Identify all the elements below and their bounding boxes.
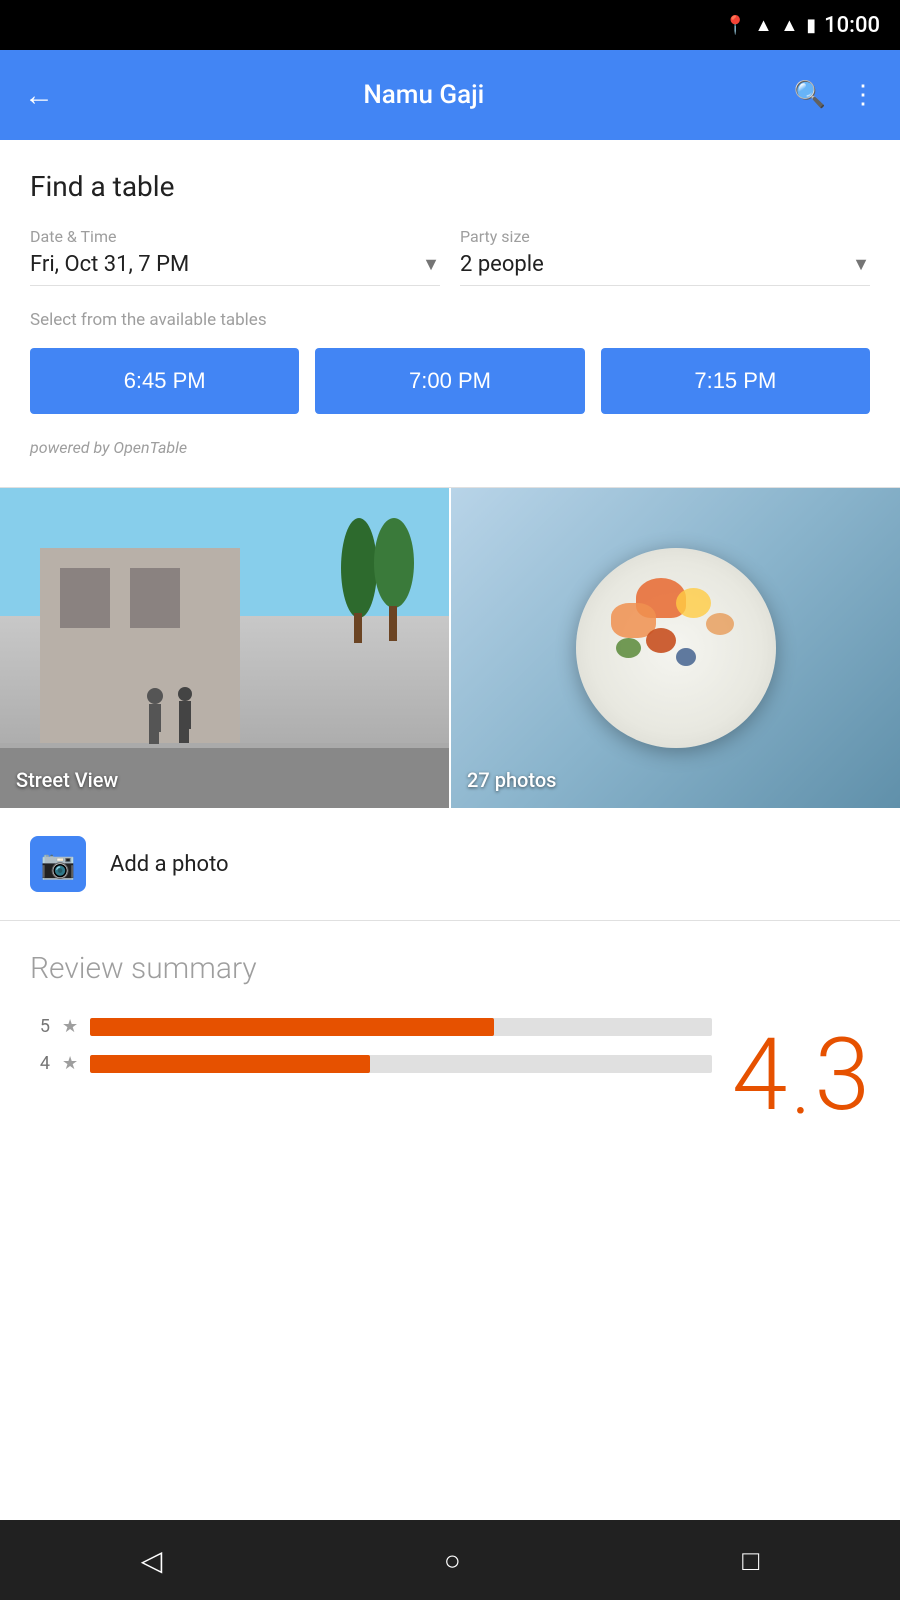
star-icon-5: ★	[62, 1016, 78, 1037]
people-silhouettes	[140, 686, 220, 746]
review-section: Review summary 5 ★ 4 ★	[0, 921, 900, 1146]
food-photo-tile[interactable]: 27 photos	[451, 488, 900, 808]
nav-recent-button[interactable]: □	[742, 1544, 759, 1577]
more-button[interactable]: ⋮	[850, 80, 876, 110]
food-item-7	[706, 613, 734, 635]
party-value-text: 2 people	[460, 252, 544, 277]
photos-count-label: 27 photos	[467, 768, 556, 792]
food-item-4	[646, 628, 676, 653]
status-time: 10:00	[824, 13, 880, 38]
photos-section: Street View 27 photo	[0, 488, 900, 808]
add-photo-section[interactable]: 📷 Add a photo	[0, 808, 900, 921]
party-label: Party size	[460, 227, 870, 246]
plate-shape	[576, 548, 776, 748]
star-icon-4: ★	[62, 1053, 78, 1074]
food-item-5	[616, 638, 641, 658]
street-view-tile[interactable]: Street View	[0, 488, 451, 808]
big-rating-display: 4 . 3	[732, 1016, 870, 1126]
rating-content: 5 ★ 4 ★ 4 . 3	[30, 1016, 870, 1126]
app-bar-title: Namu Gaji	[74, 80, 774, 110]
nav-home-button[interactable]: ○	[444, 1544, 461, 1577]
status-bar: 📍 ▲ ▲ ▮ 10:00	[0, 0, 900, 50]
date-value-text: Fri, Oct 31, 7 PM	[30, 252, 189, 277]
food-item-3	[676, 588, 711, 618]
selectors-row: Date & Time Fri, Oct 31, 7 PM ▼ Party si…	[30, 227, 870, 286]
food-item-6	[676, 648, 696, 666]
review-summary-title: Review summary	[30, 951, 870, 986]
party-value-row[interactable]: 2 people ▼	[460, 252, 870, 286]
time-slot-715[interactable]: 7:15 PM	[601, 348, 870, 414]
date-dropdown-arrow: ▼	[422, 254, 440, 275]
battery-icon: ▮	[806, 15, 816, 36]
bar-fill-4	[90, 1055, 370, 1073]
date-value-row[interactable]: Fri, Oct 31, 7 PM ▼	[30, 252, 440, 286]
rating-dot: .	[791, 1046, 810, 1126]
available-tables-label: Select from the available tables	[30, 310, 870, 330]
find-table-title: Find a table	[30, 170, 870, 203]
street-scene-image	[0, 488, 449, 808]
date-time-selector[interactable]: Date & Time Fri, Oct 31, 7 PM ▼	[30, 227, 440, 286]
trees	[339, 518, 429, 648]
nav-back-button[interactable]: ◁	[141, 1544, 163, 1577]
date-label: Date & Time	[30, 227, 440, 246]
powered-by-label: powered by OpenTable	[30, 438, 870, 457]
bar-bg-5	[90, 1018, 712, 1036]
status-icons: 📍 ▲ ▲ ▮ 10:00	[724, 13, 880, 38]
bar-bg-4	[90, 1055, 712, 1073]
rating-row-5: 5 ★	[30, 1016, 712, 1037]
camera-icon-wrapper: 📷	[30, 836, 86, 892]
rating-num-4: 4	[30, 1053, 50, 1074]
wifi-icon: ▲	[755, 15, 773, 36]
search-button[interactable]: 🔍	[794, 80, 826, 110]
party-dropdown-arrow: ▼	[852, 254, 870, 275]
camera-icon: 📷	[41, 848, 76, 881]
time-slots-row: 6:45 PM 7:00 PM 7:15 PM	[30, 348, 870, 414]
food-plate	[576, 548, 776, 748]
add-photo-label: Add a photo	[110, 852, 229, 877]
bottom-nav: ◁ ○ □	[0, 1520, 900, 1600]
location-icon: 📍	[724, 15, 746, 36]
app-bar-actions: 🔍 ⋮	[794, 80, 876, 110]
back-button[interactable]: ←	[24, 78, 54, 113]
rating-bars: 5 ★ 4 ★	[30, 1016, 712, 1090]
find-table-section: Find a table Date & Time Fri, Oct 31, 7 …	[0, 140, 900, 487]
bar-fill-5	[90, 1018, 494, 1036]
rating-integer: 4	[732, 1026, 787, 1126]
street-view-label: Street View	[16, 768, 118, 792]
app-bar: ← Namu Gaji 🔍 ⋮	[0, 50, 900, 140]
rating-decimal: 3	[815, 1026, 870, 1126]
signal-icon: ▲	[780, 15, 798, 36]
party-size-selector[interactable]: Party size 2 people ▼	[460, 227, 870, 286]
food-scene-image	[451, 488, 900, 808]
rating-num-5: 5	[30, 1016, 50, 1037]
rating-row-4: 4 ★	[30, 1053, 712, 1074]
main-content: Find a table Date & Time Fri, Oct 31, 7 …	[0, 140, 900, 1146]
time-slot-700[interactable]: 7:00 PM	[315, 348, 584, 414]
time-slot-645[interactable]: 6:45 PM	[30, 348, 299, 414]
